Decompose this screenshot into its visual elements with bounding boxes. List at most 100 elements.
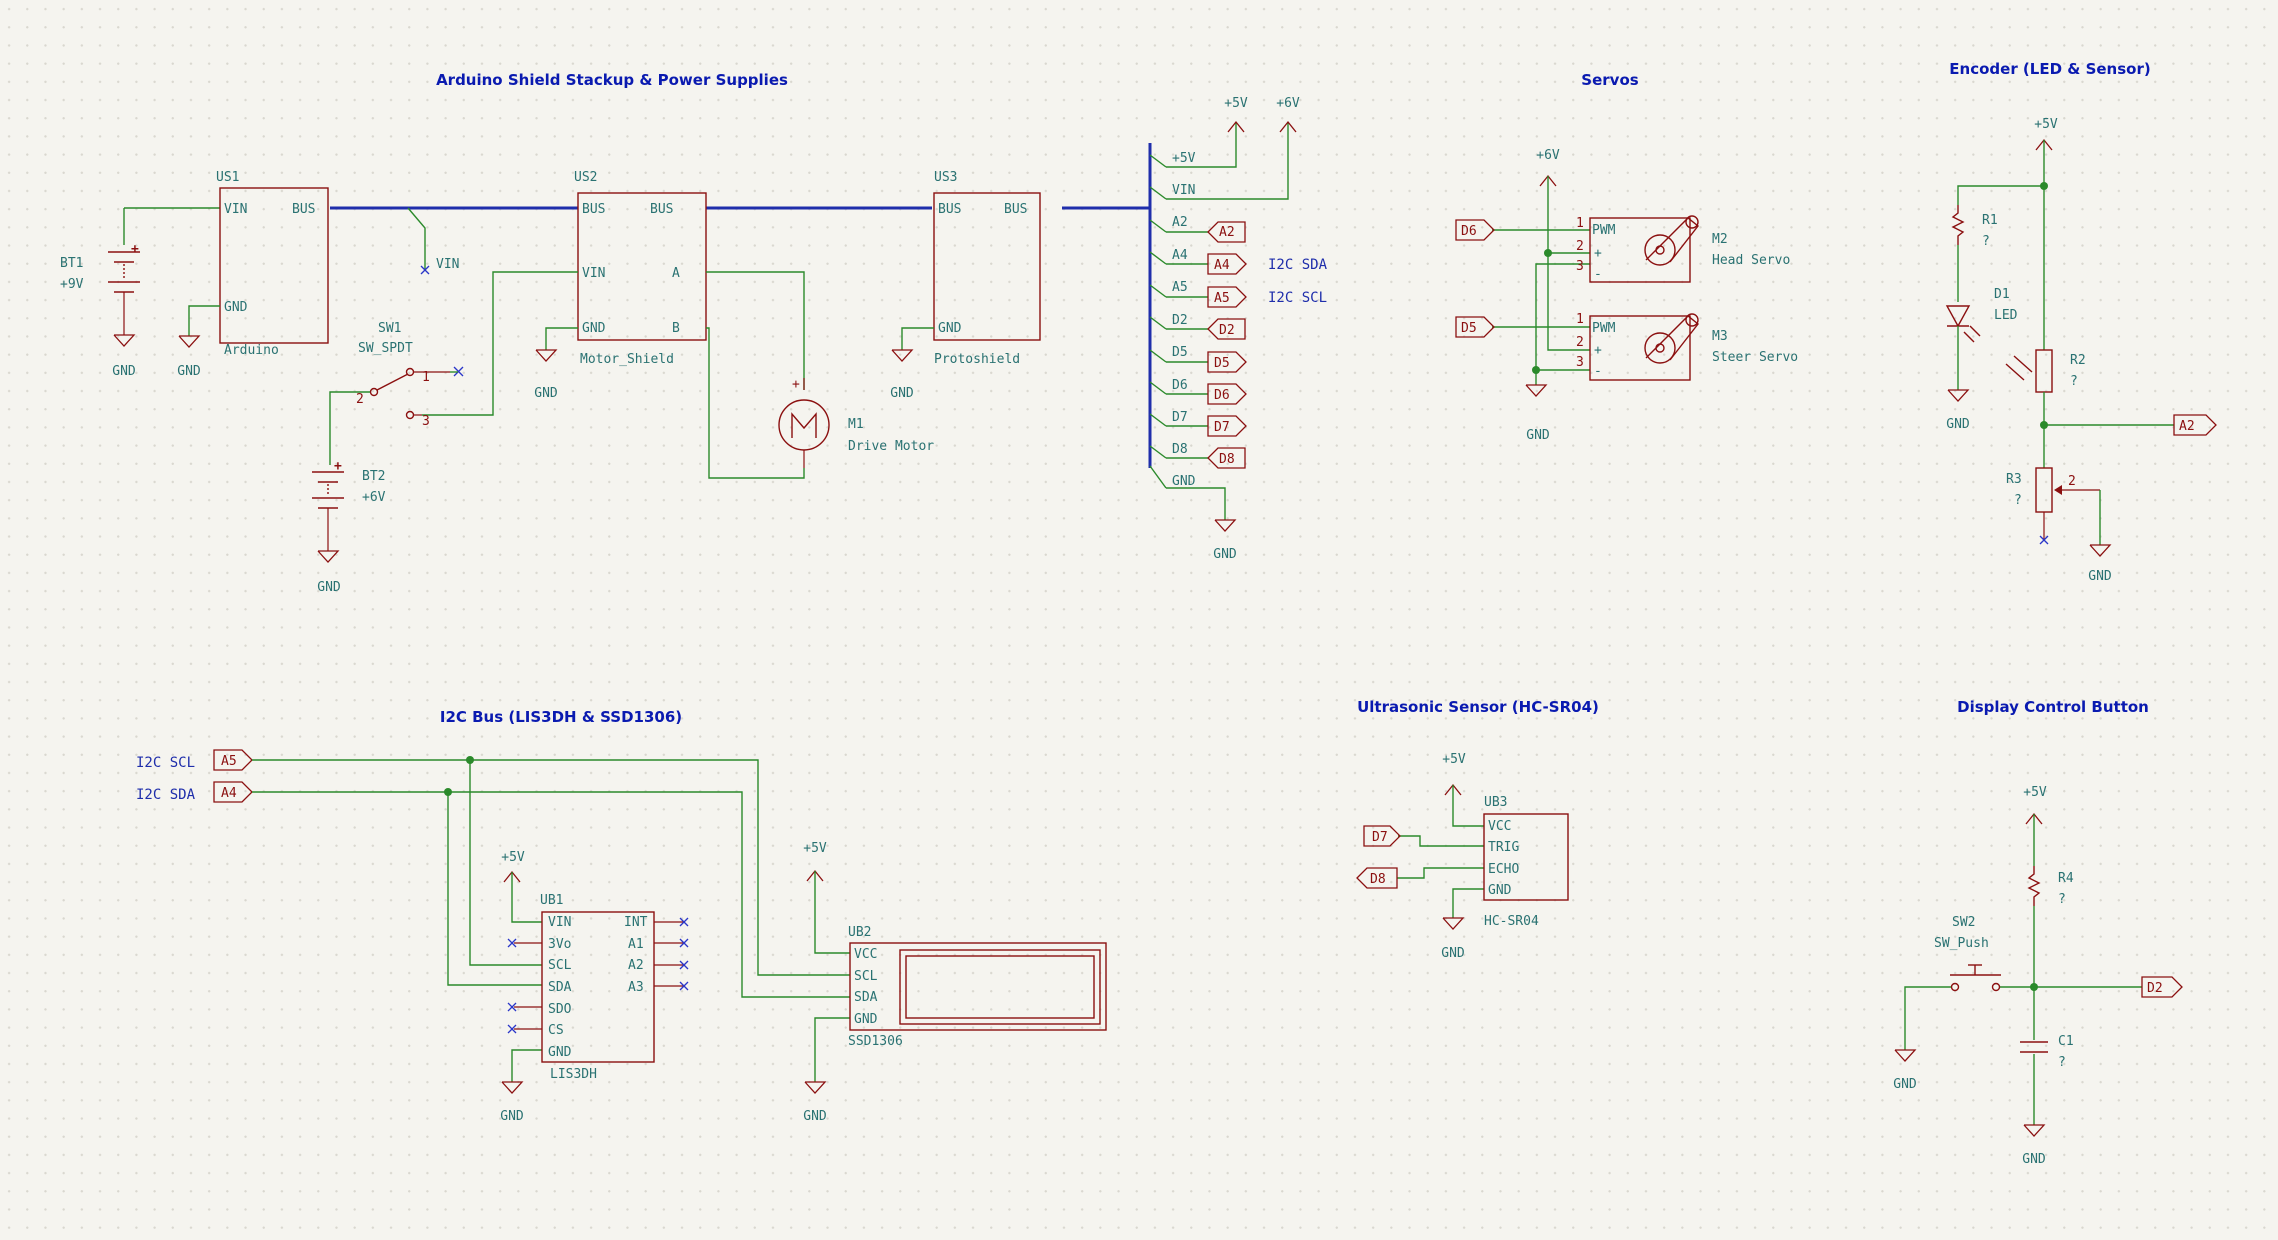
module-us1[interactable]: US1 VIN BUS GND Arduino (216, 170, 329, 358)
svg-text:VCC: VCC (854, 947, 877, 962)
svg-text:1: 1 (422, 370, 430, 385)
svg-text:GND: GND (548, 1045, 572, 1060)
svg-text:GND: GND (534, 386, 558, 401)
heading-servos: Servos (1581, 71, 1638, 89)
svg-text:1: 1 (1576, 216, 1584, 231)
svg-text:GND: GND (224, 300, 248, 315)
global-label-a4-bus: A4 (1207, 253, 1247, 275)
svg-text:PWM: PWM (1592, 223, 1616, 238)
svg-text:GND: GND (1441, 946, 1465, 961)
net-label-i2c-sda-left: I2C SDA (136, 787, 196, 803)
svg-text:3: 3 (1576, 259, 1584, 274)
svg-text:VIN: VIN (1172, 183, 1195, 198)
us2-ref: US2 (574, 170, 597, 185)
global-label-a2-bus: A2 (1207, 221, 1246, 243)
ub2-value: SSD1306 (848, 1034, 903, 1049)
module-us2[interactable]: US2 BUS BUS VIN A GND B Motor_Shield (574, 170, 707, 367)
svg-text:+6V: +6V (1536, 148, 1560, 163)
svg-text:GND: GND (803, 1109, 827, 1124)
module-us3[interactable]: US3 BUS BUS GND Protoshield (933, 170, 1041, 367)
switch-sw1[interactable]: SW1 SW_SPDT 1 2 3 (356, 321, 450, 429)
svg-text:GND: GND (2022, 1152, 2046, 1167)
r2-value: ? (2070, 374, 2078, 389)
svg-text:A2: A2 (628, 958, 644, 973)
ub1-value: LIS3DH (550, 1067, 597, 1082)
svg-text:PWM: PWM (1592, 321, 1616, 336)
global-label-d8-bus: D8 (1207, 447, 1246, 469)
capacitor-c1[interactable]: C1 ? (2020, 1034, 2074, 1070)
servo-m3[interactable]: PWM + - 1 2 3 M3 Steer Servo (1576, 312, 1798, 381)
svg-text:GND: GND (854, 1012, 878, 1027)
heading-ultrasonic: Ultrasonic Sensor (HC-SR04) (1357, 698, 1599, 716)
svg-text:GND: GND (177, 364, 201, 379)
svg-text:A4: A4 (221, 786, 237, 801)
svg-text:GND: GND (890, 386, 914, 401)
pushbutton-sw2[interactable]: SW2 SW_Push (1934, 915, 2001, 992)
svg-text:+5V: +5V (1224, 96, 1248, 111)
svg-text:GND: GND (1526, 428, 1550, 443)
resistor-r1[interactable]: R1 ? (1951, 205, 1998, 249)
servo-m2[interactable]: PWM + - 1 2 3 M2 Head Servo (1576, 215, 1790, 283)
svg-text:2: 2 (1576, 239, 1584, 254)
photoresistor-r2[interactable]: R2 ? (2005, 349, 2086, 393)
svg-text:SCL: SCL (854, 969, 878, 984)
ub3-ref: UB3 (1484, 795, 1507, 810)
bt2-value: +6V (362, 490, 386, 505)
svg-text:B: B (672, 321, 680, 336)
svg-text:3: 3 (422, 414, 430, 429)
svg-text:VCC: VCC (1488, 819, 1511, 834)
resistor-r4[interactable]: R4 ? (2027, 866, 2074, 907)
gnd-symbol-bt1: GND (112, 334, 136, 379)
gnd-symbol-us3: GND (890, 349, 914, 401)
svg-text:A4: A4 (1172, 248, 1188, 263)
svg-text:D7: D7 (1372, 830, 1388, 845)
no-connect-markers-ub1 (507, 917, 689, 1034)
heading-encoder: Encoder (LED & Sensor) (1949, 60, 2150, 78)
m2-value: Head Servo (1712, 253, 1790, 268)
svg-text:ECHO: ECHO (1488, 862, 1519, 877)
us1-value: Arduino (224, 343, 279, 358)
svg-text:+5V: +5V (803, 841, 827, 856)
sensor-ub3[interactable]: UB3 VCC TRIG ECHO GND HC-SR04 (1483, 795, 1569, 929)
svg-text:+: + (1594, 246, 1602, 261)
global-label-a5-bus: A5 (1207, 286, 1247, 308)
svg-text:GND: GND (1893, 1077, 1917, 1092)
svg-text:D7: D7 (1214, 420, 1230, 435)
net-label-i2c-scl: I2C SCL (1268, 290, 1327, 306)
svg-text:A3: A3 (628, 980, 644, 995)
global-label-d7-bus: D7 (1207, 415, 1247, 437)
r1-value: ? (1982, 234, 1990, 249)
svg-text:+5V: +5V (1442, 752, 1466, 767)
gnd-symbol-bus: GND (1213, 519, 1237, 562)
svg-text:A5: A5 (1214, 291, 1230, 306)
svg-text:1: 1 (1576, 312, 1584, 327)
svg-text:3: 3 (1576, 355, 1584, 370)
sw2-ref: SW2 (1952, 915, 1975, 930)
power-5v-lis3dh: +5V (501, 850, 525, 883)
us3-value: Protoshield (934, 352, 1020, 367)
gnd-symbol-encoder-led: GND (1946, 389, 1970, 432)
svg-text:D5: D5 (1461, 321, 1477, 336)
battery-bt2[interactable]: + BT2 +6V (312, 459, 386, 551)
gnd-symbol-ultrasonic: GND (1441, 917, 1465, 961)
battery-bt1[interactable]: + BT1 +9V (60, 207, 220, 335)
svg-text:+: + (131, 242, 139, 257)
bt1-ref: BT1 (60, 256, 83, 271)
global-label-d6-bus: D6 (1207, 383, 1247, 405)
svg-text:SDA: SDA (548, 980, 572, 995)
bus-entries: +5V VIN A2 A4 A5 D2 D5 D6 D7 D8 GND (1149, 151, 1196, 489)
svg-text:BUS: BUS (650, 202, 673, 217)
ub3-value: HC-SR04 (1484, 914, 1539, 929)
svg-text:A5: A5 (221, 754, 237, 769)
global-label-d5-servo: D5 (1455, 316, 1495, 338)
net-label-i2c-sda: I2C SDA (1268, 257, 1328, 273)
display-ub2[interactable]: UB2 VCC SCL SDA GND SSD1306 (848, 925, 1107, 1049)
svg-text:GND: GND (938, 321, 962, 336)
svg-text:D2: D2 (2147, 981, 2163, 996)
svg-text:D8: D8 (1370, 872, 1386, 887)
sensor-ub1[interactable]: UB1 VIN 3Vo SCL SDA SDO CS GND INT A1 A2… (540, 893, 655, 1082)
svg-text:A4: A4 (1214, 258, 1230, 273)
svg-text:A1: A1 (628, 937, 644, 952)
potentiometer-r3[interactable]: 2 R3 ? (2006, 467, 2100, 513)
gnd-symbol-button: GND (1893, 1049, 1917, 1092)
